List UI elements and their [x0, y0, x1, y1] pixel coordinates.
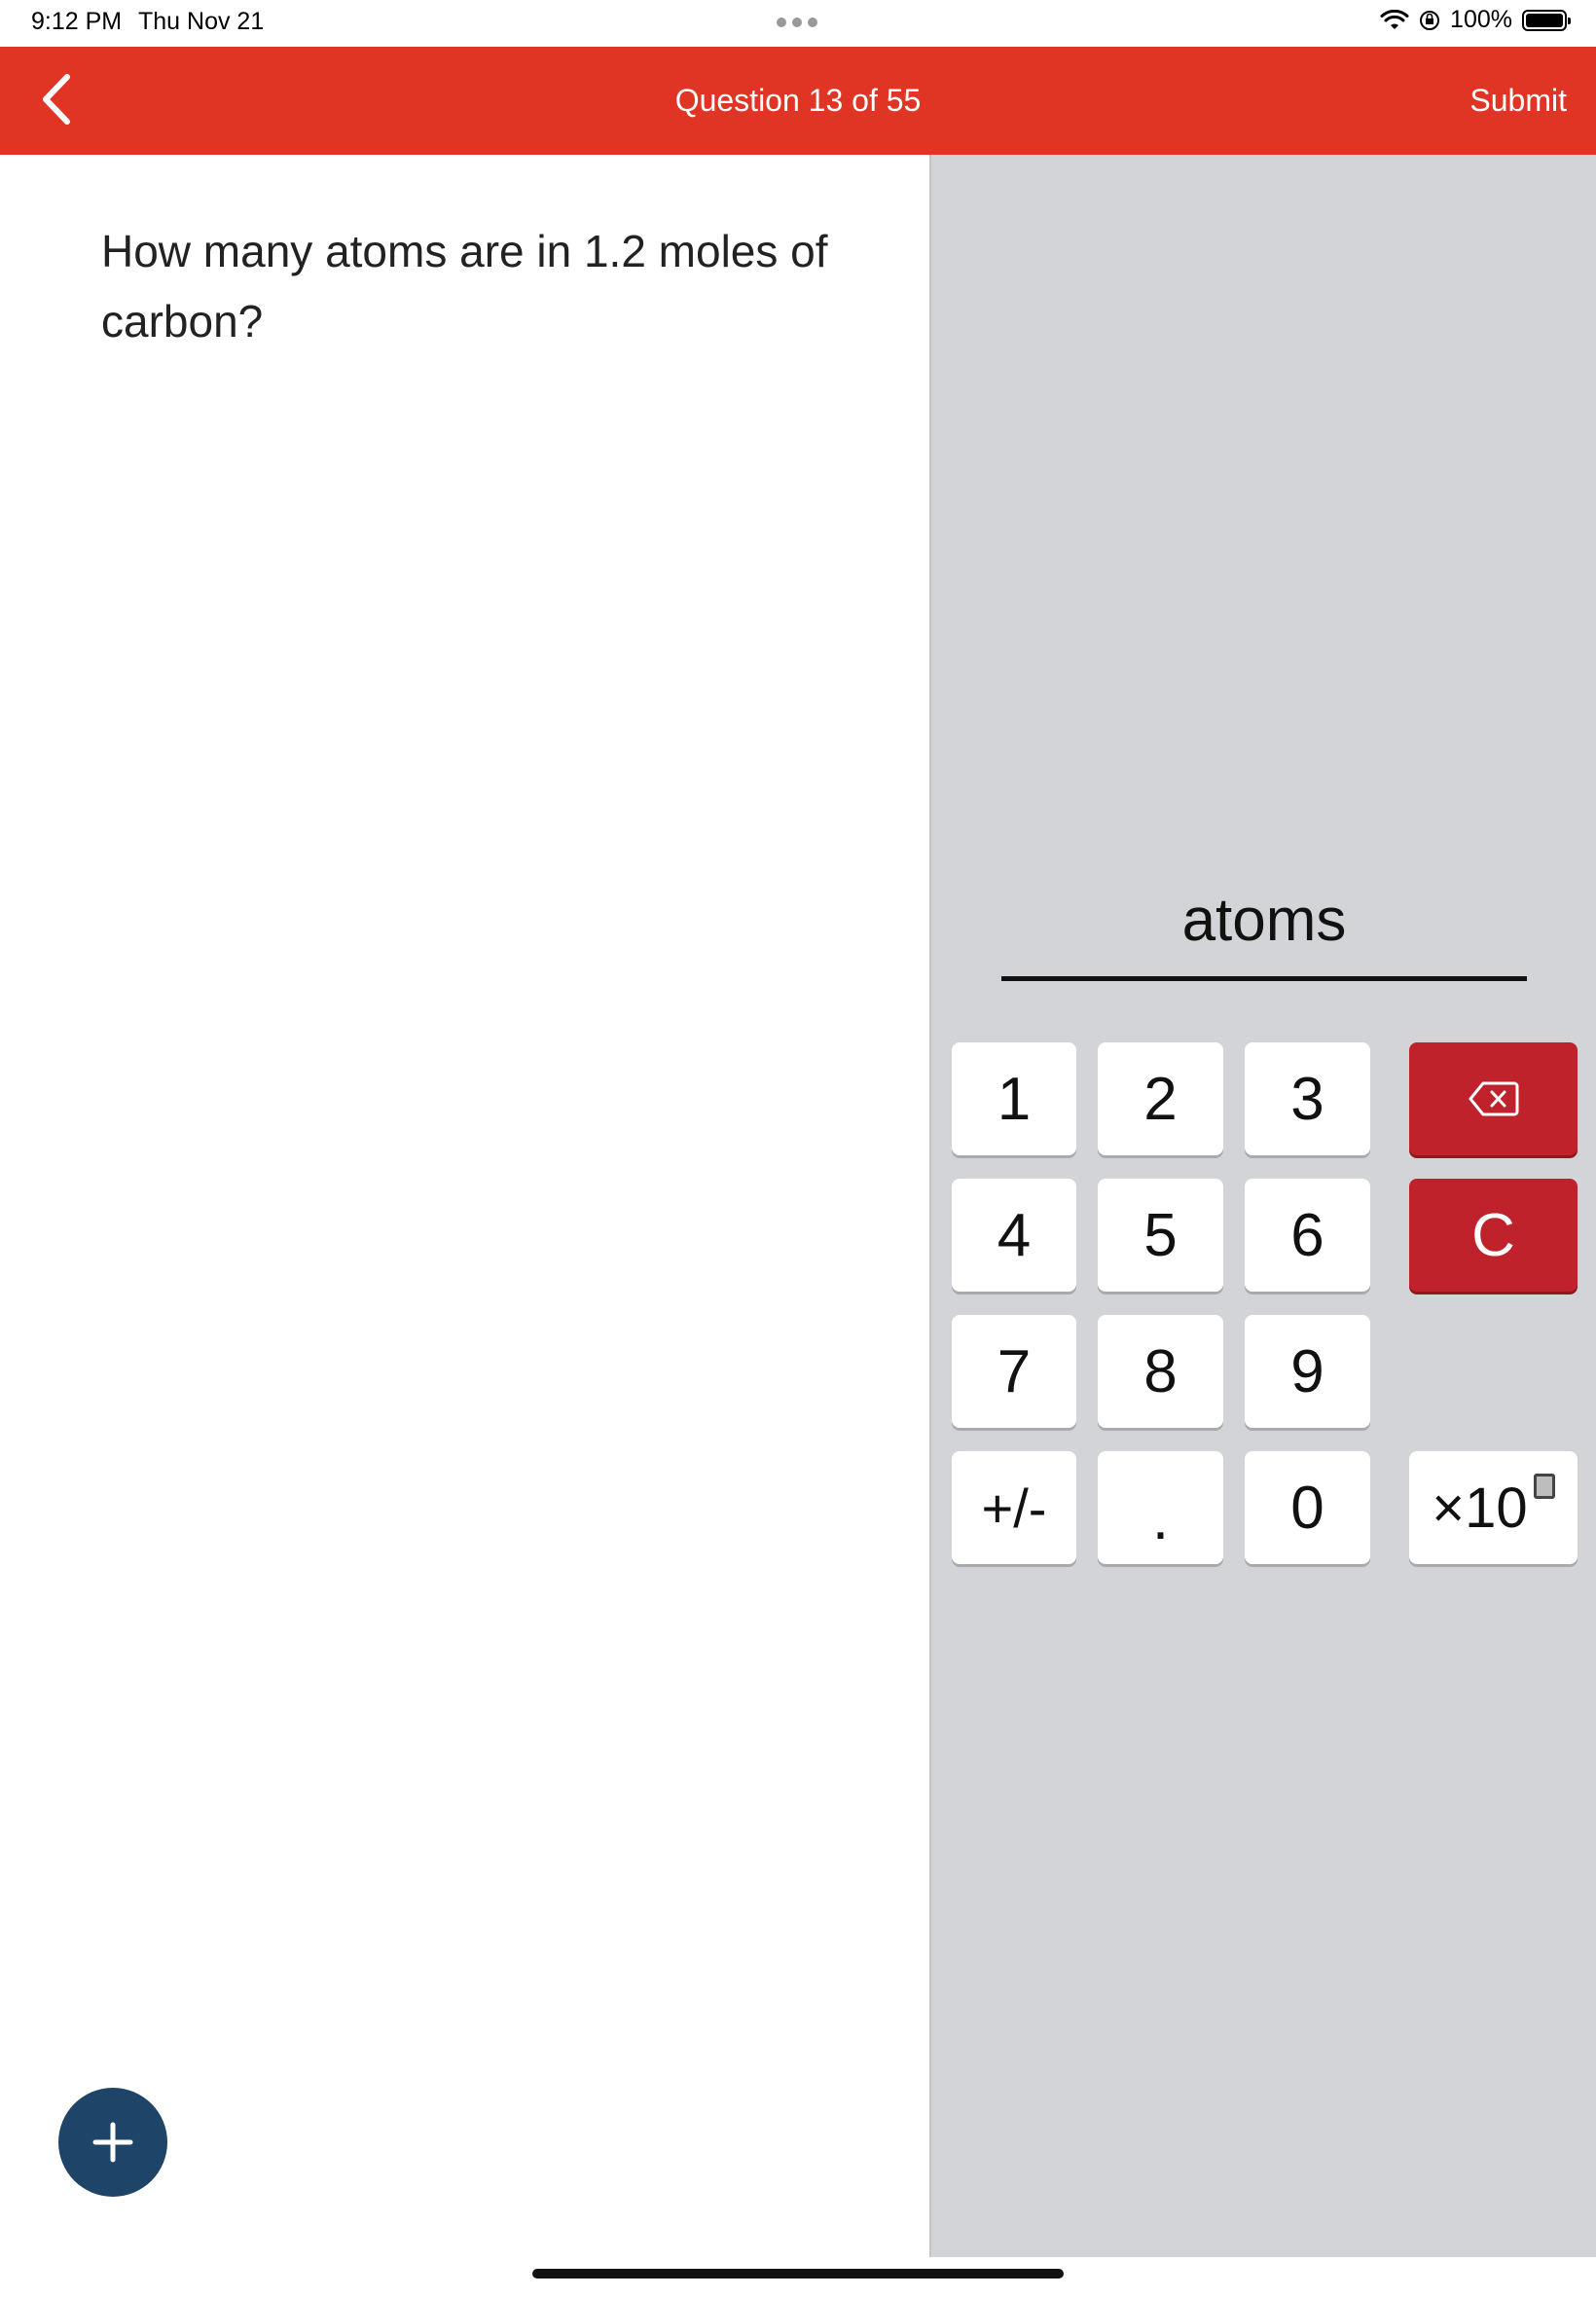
add-button[interactable]: [58, 2088, 167, 2197]
plus-minus-button[interactable]: +/-: [952, 1451, 1076, 1564]
backspace-button[interactable]: [1409, 1042, 1578, 1155]
sci-label: ×10: [1432, 1476, 1528, 1540]
scientific-notation-button[interactable]: ×10: [1409, 1451, 1578, 1564]
plus-icon: [92, 2122, 133, 2163]
key-8[interactable]: 8: [1098, 1315, 1223, 1428]
clear-button[interactable]: C: [1409, 1179, 1578, 1292]
orientation-lock-icon: [1420, 10, 1440, 30]
question-text: How many atoms are in 1.2 moles of carbo…: [101, 226, 828, 346]
key-5[interactable]: 5: [1098, 1179, 1223, 1292]
key-0[interactable]: 0: [1245, 1451, 1370, 1564]
wifi-icon: [1380, 9, 1409, 29]
key-3[interactable]: 3: [1245, 1042, 1370, 1155]
backspace-icon: [1469, 1081, 1518, 1116]
key-2[interactable]: 2: [1098, 1042, 1223, 1155]
status-time: 9:12 PM: [31, 8, 123, 35]
key-1[interactable]: 1: [952, 1042, 1076, 1155]
answer-unit-label: atoms: [1181, 887, 1347, 954]
battery-icon: [1522, 9, 1571, 31]
key-9[interactable]: 9: [1245, 1315, 1370, 1428]
exponent-box-icon: [1533, 1474, 1555, 1499]
answer-input-line[interactable]: [1001, 976, 1527, 981]
header-bar: [0, 47, 1596, 155]
chevron-left-icon: [43, 74, 70, 125]
status-date: Thu Nov 21: [138, 8, 265, 35]
multitasking-dots[interactable]: [777, 18, 817, 27]
status-indicators: 100%: [1380, 6, 1571, 34]
home-indicator[interactable]: [532, 2269, 1064, 2279]
decimal-button[interactable]: .: [1098, 1451, 1223, 1564]
key-6[interactable]: 6: [1245, 1179, 1370, 1292]
back-button[interactable]: [29, 70, 84, 128]
key-7[interactable]: 7: [952, 1315, 1076, 1428]
submit-button[interactable]: Submit: [1469, 47, 1567, 155]
battery-percent: 100%: [1450, 6, 1512, 33]
key-4[interactable]: 4: [952, 1179, 1076, 1292]
